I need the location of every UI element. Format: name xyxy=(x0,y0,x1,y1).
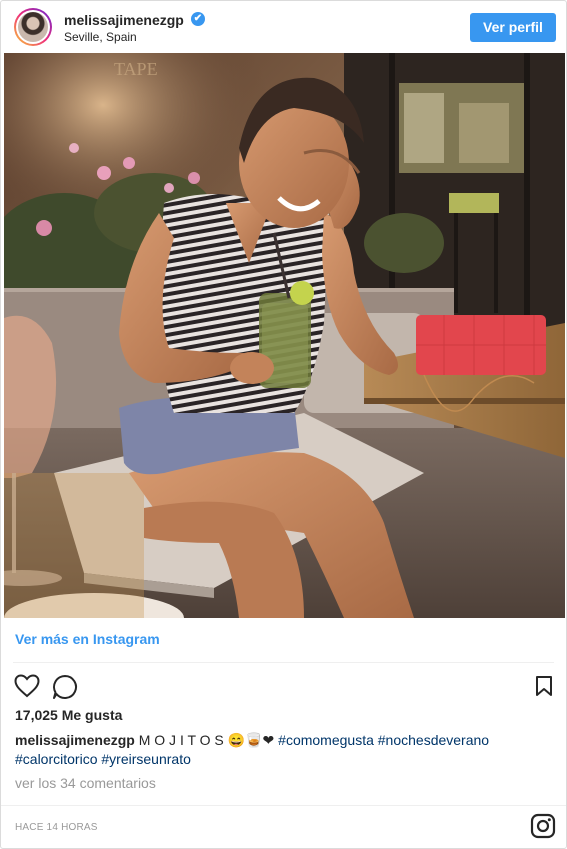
photo-illustration: TAPE xyxy=(4,53,565,618)
post-timestamp[interactable]: HACE 14 HORAS xyxy=(15,822,98,833)
instagram-embed: melissajimenezgp ✔ Seville, Spain Ver pe… xyxy=(0,0,567,849)
heart-icon[interactable] xyxy=(14,674,40,698)
verified-badge-icon: ✔ xyxy=(191,12,205,26)
caption: melissajimenezgp M O J I T O S 😄🥃❤ #como… xyxy=(15,731,555,769)
likes-count[interactable]: 17,025 Me gusta xyxy=(15,707,122,723)
username[interactable]: melissajimenezgp xyxy=(64,12,184,28)
bar-sign: TAPE xyxy=(114,59,158,79)
hashtag-link[interactable]: #nochesdeverano xyxy=(378,732,489,748)
caption-emojis: 😄🥃❤ xyxy=(227,732,275,748)
bookmark-icon[interactable] xyxy=(535,675,553,697)
post-photo[interactable]: TAPE xyxy=(4,53,565,618)
caption-username[interactable]: melissajimenezgp xyxy=(15,732,135,748)
divider xyxy=(13,662,554,663)
location[interactable]: Seville, Spain xyxy=(64,30,137,44)
post-header: melissajimenezgp ✔ Seville, Spain Ver pe… xyxy=(1,1,566,53)
divider xyxy=(1,805,566,806)
caption-text: M O J I T O S xyxy=(138,732,224,748)
hashtag-link[interactable]: #comomegusta xyxy=(278,732,374,748)
see-more-on-instagram-link[interactable]: Ver más en Instagram xyxy=(15,631,160,647)
view-profile-button[interactable]: Ver perfil xyxy=(470,13,556,42)
avatar[interactable] xyxy=(14,8,52,46)
hashtag-link[interactable]: #yreirseunrato xyxy=(101,751,191,767)
instagram-logo-icon[interactable] xyxy=(530,813,556,839)
comment-icon[interactable] xyxy=(52,674,78,700)
view-comments-link[interactable]: ver los 34 comentarios xyxy=(15,775,156,791)
hashtag-link[interactable]: #calorcitorico xyxy=(15,751,97,767)
